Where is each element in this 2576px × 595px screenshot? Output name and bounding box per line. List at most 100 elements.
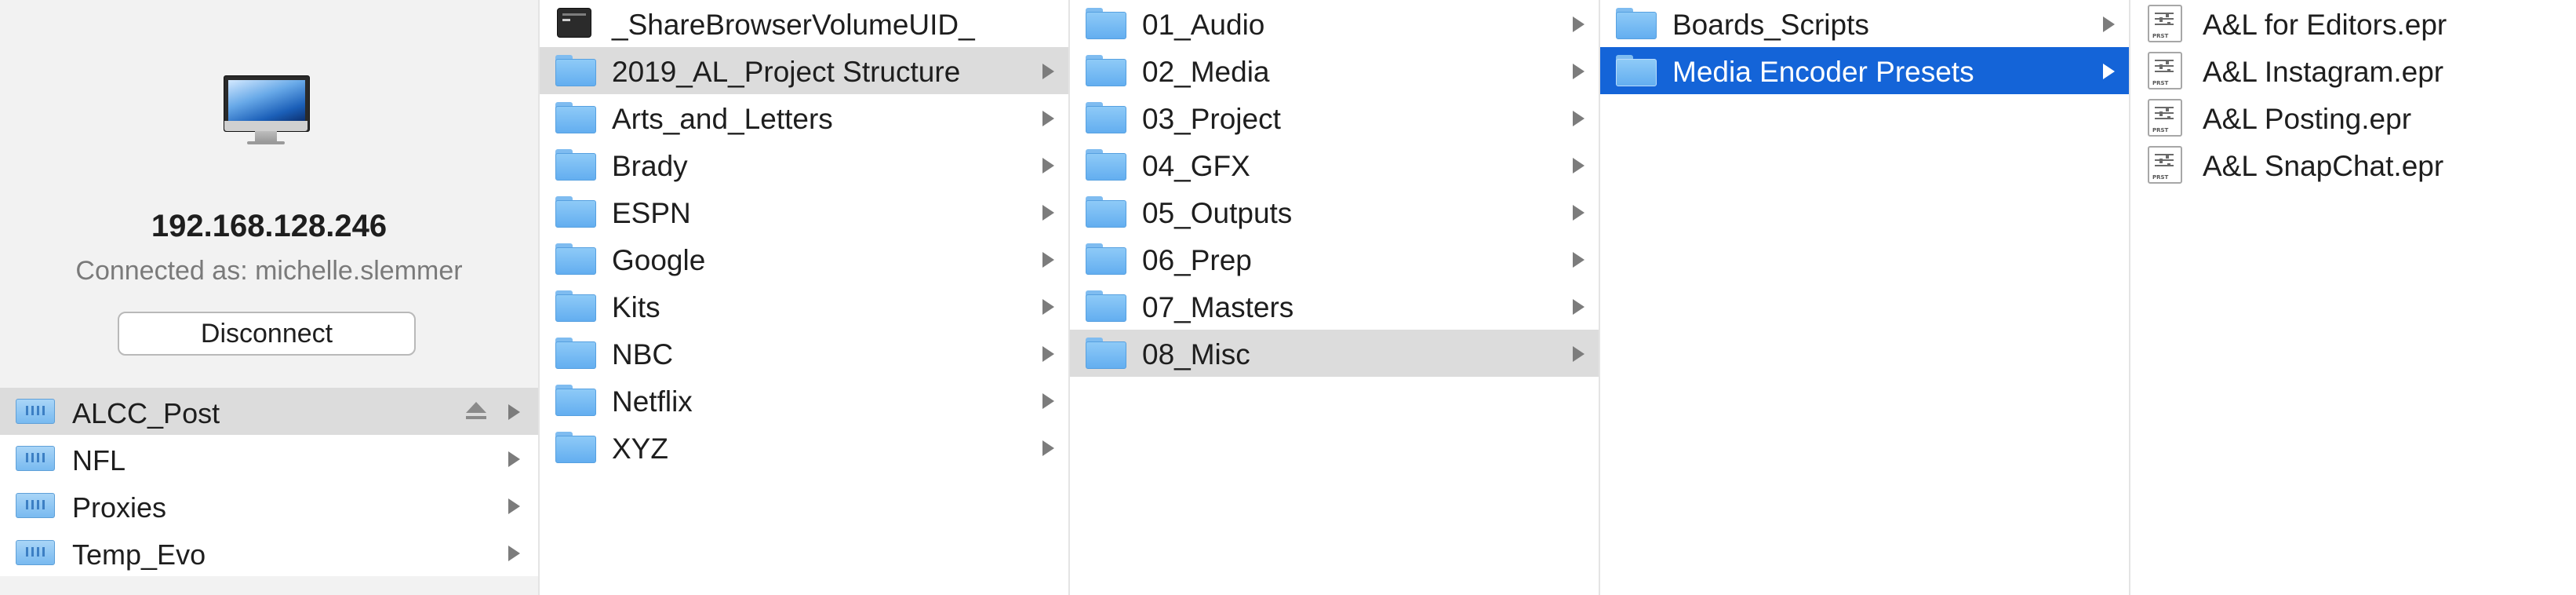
list-item[interactable]: A&L SnapChat.epr (2130, 141, 2576, 188)
folder-icon (555, 290, 596, 322)
item-label: Brady (612, 150, 688, 182)
disclosure-arrow-icon (1573, 252, 1585, 268)
disclosure-arrow-icon (1042, 158, 1054, 173)
disclosure-arrow-icon (1573, 158, 1585, 173)
column-project-structure: 01_Audio 02_Media 03_Project 04_GFX 05_O… (1070, 0, 1599, 595)
list-item[interactable]: A&L Instagram.epr (2130, 47, 2576, 94)
volume-label: NFL (72, 444, 126, 476)
disconnect-button[interactable]: Disconnect (118, 312, 416, 356)
disclosure-arrow-icon (2103, 16, 2115, 32)
folder-icon (555, 196, 596, 228)
list-item[interactable]: 03_Project (1070, 94, 1599, 141)
network-volume-icon (16, 446, 55, 471)
item-label: 05_Outputs (1142, 197, 1293, 229)
disclosure-arrow-icon (508, 451, 520, 467)
volume-label: ALCC_Post (72, 397, 220, 429)
disclosure-arrow-icon (1573, 111, 1585, 126)
item-label: _ShareBrowserVolumeUID_ (612, 9, 975, 41)
preset-file-icon (2148, 52, 2182, 89)
item-label: A&L for Editors.epr (2203, 9, 2447, 41)
item-label: Kits (612, 291, 660, 323)
list-item[interactable]: Brady (540, 141, 1068, 188)
folder-icon (1086, 338, 1126, 369)
item-label: Google (612, 244, 706, 276)
list-item[interactable]: 04_GFX (1070, 141, 1599, 188)
eject-icon[interactable] (464, 402, 488, 422)
preset-file-icon (2148, 99, 2182, 137)
folder-icon (1086, 8, 1126, 39)
list-item[interactable]: 02_Media (1070, 47, 1599, 94)
disclosure-arrow-icon (1042, 111, 1054, 126)
item-label: 07_Masters (1142, 291, 1294, 323)
volume-item-temp-evo[interactable]: Temp_Evo (0, 529, 538, 576)
disclosure-arrow-icon (1042, 205, 1054, 221)
volume-item-alcc-post[interactable]: ALCC_Post (0, 388, 538, 435)
folder-icon (555, 102, 596, 133)
list-item[interactable]: Google (540, 235, 1068, 283)
item-label: 02_Media (1142, 56, 1270, 88)
folder-icon (1086, 196, 1126, 228)
disclosure-arrow-icon (1042, 252, 1054, 268)
item-label: 06_Prep (1142, 244, 1252, 276)
list-item[interactable]: A&L for Editors.epr (2130, 0, 2576, 47)
item-label: 01_Audio (1142, 9, 1265, 41)
list-item[interactable]: Kits (540, 283, 1068, 330)
preset-file-icon (2148, 5, 2182, 42)
disclosure-arrow-icon (508, 546, 520, 561)
folder-icon (1086, 102, 1126, 133)
server-info: 192.168.128.246 Connected as: michelle.s… (0, 0, 538, 383)
folder-icon (555, 432, 596, 463)
network-volume-icon (16, 493, 55, 518)
list-item[interactable]: 05_Outputs (1070, 188, 1599, 235)
list-item[interactable]: ESPN (540, 188, 1068, 235)
list-item[interactable]: A&L Posting.epr (2130, 94, 2576, 141)
server-pane: 192.168.128.246 Connected as: michelle.s… (0, 0, 538, 595)
disclosure-arrow-icon (1573, 16, 1585, 32)
folder-icon (555, 385, 596, 416)
list-item[interactable]: 08_Misc (1070, 330, 1599, 377)
list-item[interactable]: Media Encoder Presets (1600, 47, 2129, 94)
volume-item-nfl[interactable]: NFL (0, 435, 538, 482)
disclosure-arrow-icon (1573, 64, 1585, 79)
folder-icon (1086, 290, 1126, 322)
disclosure-arrow-icon (508, 498, 520, 514)
list-item[interactable]: 07_Masters (1070, 283, 1599, 330)
preset-file-icon (2148, 146, 2182, 184)
list-item[interactable]: 01_Audio (1070, 0, 1599, 47)
volume-label: Proxies (72, 491, 167, 524)
item-label: ESPN (612, 197, 691, 229)
list-item[interactable]: Boards_Scripts (1600, 0, 2129, 47)
folder-icon (555, 55, 596, 86)
disclosure-arrow-icon (1573, 346, 1585, 362)
volume-item-proxies[interactable]: Proxies (0, 482, 538, 529)
connected-as-label: Connected as: michelle.slemmer (75, 256, 463, 286)
volume-list: ALCC_Post NFL Proxies Temp_Evo (0, 388, 538, 576)
folder-icon (1616, 55, 1657, 86)
disclosure-arrow-icon (1573, 299, 1585, 315)
item-label: 2019_AL_Project Structure (612, 56, 961, 88)
item-label: Boards_Scripts (1672, 9, 1869, 41)
item-label: Arts_and_Letters (612, 103, 833, 135)
item-label: A&L Posting.epr (2203, 103, 2412, 135)
list-item[interactable]: NBC (540, 330, 1068, 377)
server-address: 192.168.128.246 (151, 209, 387, 243)
list-item[interactable]: XYZ (540, 424, 1068, 471)
disclosure-arrow-icon (1042, 64, 1054, 79)
list-item[interactable]: Netflix (540, 377, 1068, 424)
list-item[interactable]: 06_Prep (1070, 235, 1599, 283)
column-alcc-post: _ShareBrowserVolumeUID_ 2019_AL_Project … (540, 0, 1068, 595)
volume-label: Temp_Evo (72, 538, 206, 571)
folder-icon (1616, 8, 1657, 39)
disclosure-arrow-icon (508, 404, 520, 420)
list-item[interactable]: Arts_and_Letters (540, 94, 1068, 141)
list-item[interactable]: _ShareBrowserVolumeUID_ (540, 0, 1068, 47)
item-label: NBC (612, 338, 674, 371)
disclosure-arrow-icon (1042, 346, 1054, 362)
disclosure-arrow-icon (1042, 393, 1054, 409)
list-item[interactable]: 2019_AL_Project Structure (540, 47, 1068, 94)
item-label: A&L SnapChat.epr (2203, 150, 2444, 182)
network-volume-icon (16, 399, 55, 424)
item-label: 04_GFX (1142, 150, 1250, 182)
item-label: A&L Instagram.epr (2203, 56, 2444, 88)
item-label: Media Encoder Presets (1672, 56, 1974, 88)
